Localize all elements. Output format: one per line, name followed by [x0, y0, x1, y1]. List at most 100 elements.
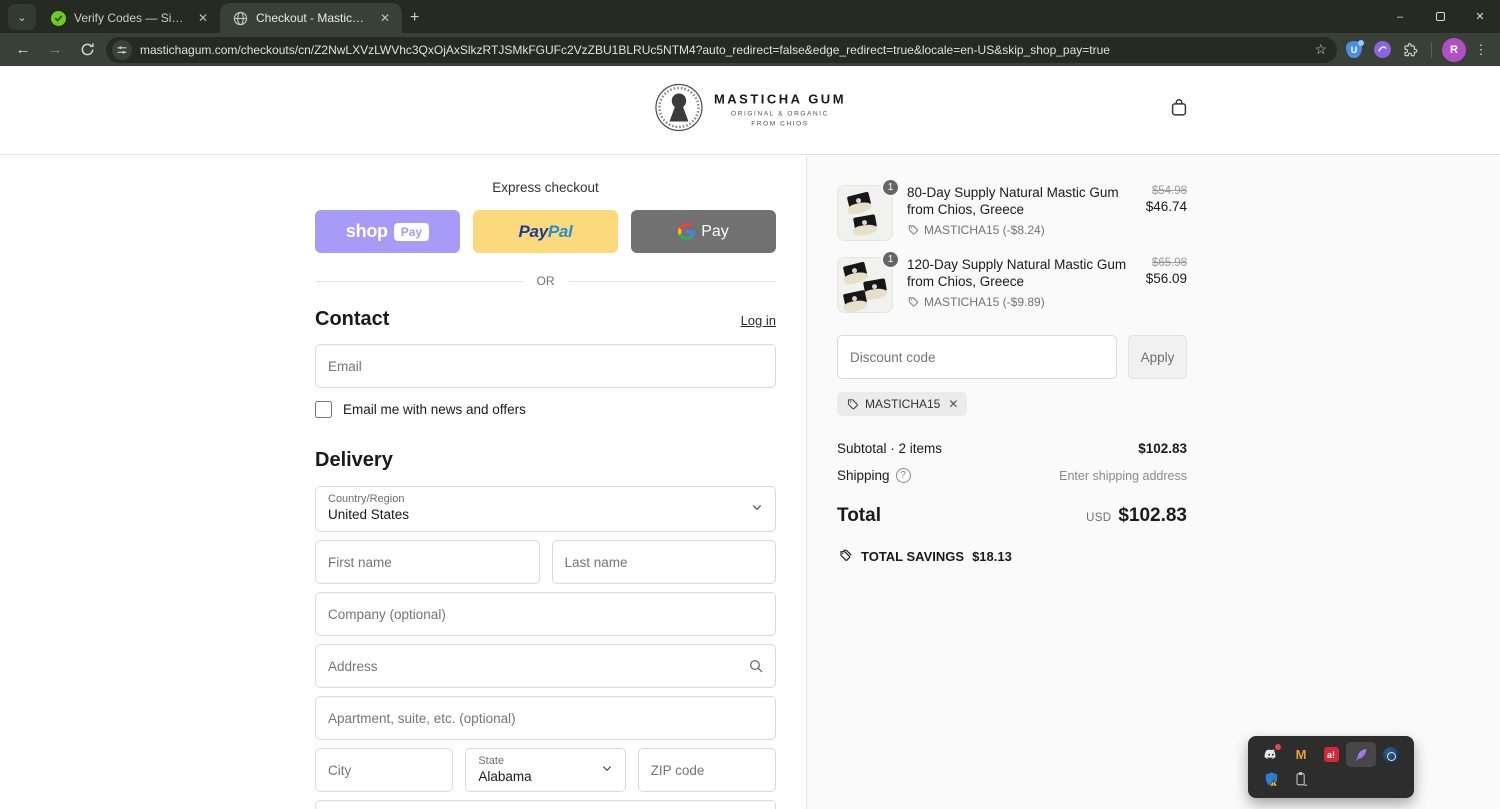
original-price: $54.98 [1151, 185, 1187, 197]
store-logo[interactable]: MASTICHA GUM ORIGINAL & ORGANIC FROM CHIO… [654, 83, 846, 138]
extensions-puzzle-icon[interactable] [1399, 39, 1421, 61]
company-field[interactable] [315, 592, 776, 636]
first-name-field[interactable] [315, 540, 540, 584]
tab-title: Checkout - Masticha Gum [256, 11, 370, 25]
total-row: Total USD $102.83 [837, 505, 1187, 527]
applied-code-text: MASTICHA15 [865, 397, 941, 411]
contact-section-title: Contact [315, 308, 390, 330]
state-value: Alabama [478, 769, 532, 785]
browser-tab-strip: ⌄ Verify Codes — SimplyCodes ✕ Checkout … [0, 0, 1500, 33]
tab-search-button[interactable]: ⌄ [8, 4, 36, 30]
last-name-field[interactable] [551, 540, 776, 584]
discounted-price: $56.09 [1145, 271, 1187, 286]
subtotal-row: Subtotal · 2 items $102.83 [837, 441, 1187, 456]
tab-checkout-active[interactable]: Checkout - Masticha Gum ✕ [220, 3, 402, 33]
login-link[interactable]: Log in [741, 313, 776, 328]
red-app-icon[interactable]: a! [1316, 742, 1346, 767]
order-summary-column: 1 80-Day Supply Natural Mastic Gum from … [806, 156, 1500, 809]
browser-menu-button[interactable]: ⋮ [1472, 42, 1490, 58]
globe-favicon-icon [232, 10, 248, 26]
quantity-badge: 1 [881, 178, 900, 197]
discord-icon[interactable] [1256, 742, 1286, 767]
cart-item: 1 80-Day Supply Natural Mastic Gum from … [837, 178, 1187, 241]
apartment-field[interactable] [315, 696, 776, 740]
delivery-section-title: Delivery [315, 449, 393, 471]
tab-close-icon[interactable]: ✕ [196, 11, 210, 25]
window-minimize-button[interactable]: – [1380, 0, 1420, 33]
zip-field[interactable] [637, 748, 776, 792]
extension-shield-icon[interactable]: U [1343, 39, 1365, 61]
url-text[interactable]: mastichagum.com/checkouts/cn/Z2NwLXVzLWV… [140, 43, 1306, 57]
toolbar-divider [1431, 41, 1432, 58]
item-discount-tag: MASTICHA15 (-$9.89) [907, 295, 1132, 309]
subtotal-value: $102.83 [1138, 441, 1187, 456]
country-value: United States [328, 507, 410, 523]
total-label: Total [837, 505, 881, 526]
feather-app-icon[interactable] [1346, 742, 1376, 767]
screen: ⌄ Verify Codes — SimplyCodes ✕ Checkout … [0, 0, 1500, 809]
new-tab-button[interactable]: + [410, 9, 419, 27]
brand-name: MASTICHA GUM [713, 91, 847, 107]
reload-button[interactable] [74, 37, 100, 63]
window-close-button[interactable]: ✕ [1460, 0, 1500, 33]
shield-letter: U [1350, 44, 1358, 55]
tab-close-icon[interactable]: ✕ [378, 11, 392, 25]
system-tray-popup: M a! [1248, 736, 1414, 798]
back-button[interactable]: ← [10, 37, 36, 63]
country-select[interactable]: Country/Region United States [315, 486, 776, 532]
tab-simplycodes[interactable]: Verify Codes — SimplyCodes ✕ [38, 3, 220, 33]
google-pay-button[interactable]: Pay [631, 210, 776, 253]
shop-pay-button[interactable]: shop Pay [315, 210, 460, 253]
bookmark-star-icon[interactable]: ☆ [1314, 41, 1327, 58]
simplycodes-favicon-icon [50, 10, 66, 26]
newsletter-checkbox-row: Email me with news and offers [315, 401, 776, 418]
shop-pay-wordmark: shop [345, 221, 388, 241]
chevron-down-icon [601, 761, 613, 779]
usb-device-icon[interactable] [1286, 767, 1316, 792]
applied-discount-pill: MASTICHA15 ✕ [837, 392, 968, 416]
tab-title: Verify Codes — SimplyCodes [74, 11, 188, 25]
paypal-button[interactable]: PayPal [473, 210, 618, 253]
gold-m-app-icon[interactable]: M [1286, 742, 1316, 767]
phone-field[interactable] [315, 800, 776, 809]
shipping-label: Shipping [837, 468, 890, 483]
item-discount-tag: MASTICHA15 (-$8.24) [907, 223, 1132, 237]
site-info-icon[interactable] [112, 39, 132, 60]
chevron-down-icon [751, 500, 763, 518]
window-restore-button[interactable] [1420, 0, 1460, 33]
window-controls: – ✕ [1380, 0, 1500, 33]
email-field[interactable] [315, 344, 776, 388]
address-field[interactable] [315, 644, 776, 688]
newsletter-checkbox[interactable] [315, 401, 332, 418]
apply-discount-button[interactable]: Apply [1128, 335, 1187, 379]
address-bar[interactable]: mastichagum.com/checkouts/cn/Z2NwLXVzLWV… [106, 36, 1337, 63]
tag-icon [847, 398, 858, 409]
chevron-down-icon: ⌄ [17, 11, 27, 24]
logo-text: MASTICHA GUM ORIGINAL & ORGANIC FROM CHIO… [714, 91, 846, 129]
double-tag-icon [840, 549, 852, 561]
tag-icon [908, 297, 918, 307]
cart-bag-button[interactable] [1168, 97, 1190, 124]
gpay-wordmark: Pay [701, 222, 729, 240]
remove-discount-button[interactable]: ✕ [948, 397, 958, 411]
currency-code: USD [1086, 512, 1112, 524]
newsletter-label: Email me with news and offers [343, 402, 526, 417]
checkout-form-column: Express checkout shop Pay PayPal Pay OR … [0, 156, 806, 809]
express-buttons: shop Pay PayPal Pay [315, 210, 776, 253]
profile-avatar[interactable]: R [1442, 37, 1466, 62]
browser-toolbar: ← → mastichagum.com/checkouts/cn/Z2NwLXV… [0, 33, 1500, 66]
steam-icon[interactable] [1376, 742, 1406, 767]
country-label: Country/Region [328, 493, 405, 505]
notification-dot [1358, 39, 1364, 46]
tag-icon [908, 225, 918, 235]
total-savings-row: TOTAL SAVINGS $18.13 [837, 548, 1187, 564]
discount-code-input[interactable] [837, 335, 1117, 379]
forward-button[interactable]: → [42, 37, 68, 63]
city-field[interactable] [315, 748, 454, 792]
quantity-badge: 1 [881, 250, 900, 269]
product-title: 120-Day Supply Natural Mastic Gum from C… [907, 257, 1127, 289]
security-warning-icon[interactable] [1256, 767, 1286, 792]
shipping-help-icon[interactable]: ? [895, 468, 911, 483]
extension-simplycodes-icon[interactable] [1371, 39, 1393, 61]
state-select[interactable]: State Alabama [465, 748, 626, 792]
